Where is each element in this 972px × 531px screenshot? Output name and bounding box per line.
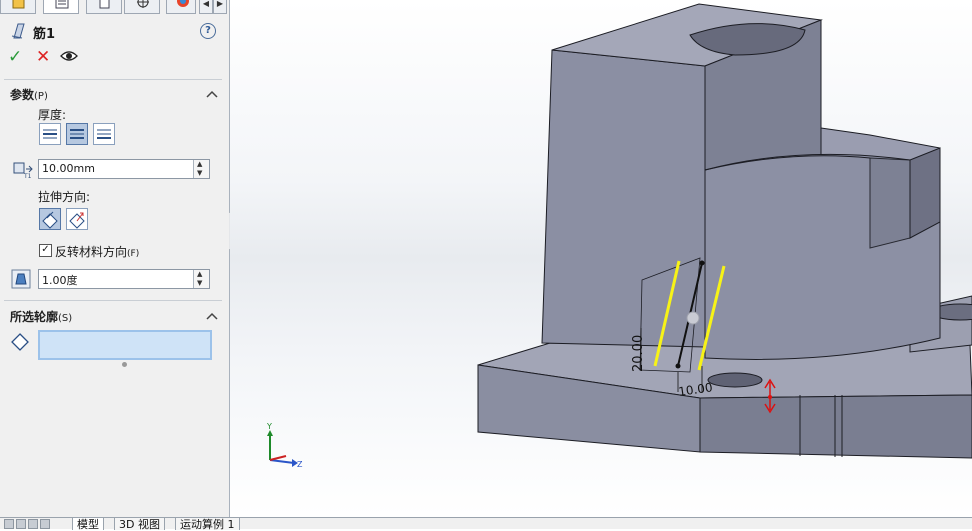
tabs-scroll-right-button[interactable]: ▶ xyxy=(213,0,227,14)
feature-title: 筋1 xyxy=(33,27,56,42)
dimension-vertical-label[interactable]: 20.00 xyxy=(631,335,646,372)
separator xyxy=(4,300,222,301)
parallel-to-sketch-button[interactable] xyxy=(39,208,61,230)
profiles-accel: (S) xyxy=(58,313,73,324)
params-title-text: 参数 xyxy=(10,88,35,102)
sketch-point[interactable] xyxy=(699,260,705,266)
flip-label-text: 反转材料方向 xyxy=(55,245,128,259)
thickness-input[interactable]: 10.00mm ▲ ▼ xyxy=(38,159,210,179)
thickness-both-button[interactable] xyxy=(66,123,88,145)
configuration-icon xyxy=(99,0,110,9)
parallel-to-sketch-icon xyxy=(42,211,58,229)
profile-selection-box[interactable] xyxy=(38,330,212,360)
help-icon[interactable]: ? xyxy=(200,23,216,39)
thickness-side1-button[interactable] xyxy=(39,123,61,145)
thickness-label: 厚度: xyxy=(38,108,67,122)
flip-material-label: 反转材料方向(F) xyxy=(55,243,139,260)
extrude-direction-label: 拉伸方向: xyxy=(38,190,91,204)
color-wheel-icon xyxy=(177,0,189,7)
tab-motion-study[interactable]: 运动算例 1 xyxy=(175,518,240,531)
part-model[interactable]: 20.00 10.00 Y Z xyxy=(230,0,972,516)
triad-z-label: Z xyxy=(297,460,303,469)
profiles-section-title[interactable]: 所选轮廓(S) xyxy=(10,308,72,325)
normal-to-sketch-icon xyxy=(69,212,85,229)
chevron-up-icon[interactable] xyxy=(206,311,218,321)
thickness-side1-icon xyxy=(43,129,57,139)
draft-angle-input[interactable]: 1.00度 ▲ ▼ xyxy=(38,269,210,289)
draft-angle-spinner[interactable]: ▲ ▼ xyxy=(193,270,209,288)
tab-model[interactable]: 模型 xyxy=(72,518,104,531)
draft-icon[interactable] xyxy=(10,268,32,290)
flip-accel: (F) xyxy=(127,249,140,259)
svg-text:T1: T1 xyxy=(23,173,32,179)
triad-y-label: Y xyxy=(266,422,272,431)
tab-dimxpert[interactable] xyxy=(124,0,160,14)
view-triad: Y Z xyxy=(266,422,303,469)
rib-feature-icon xyxy=(11,23,25,39)
draft-angle-value: 1.00度 xyxy=(42,274,78,287)
separator xyxy=(4,79,222,80)
feature-tree-icon xyxy=(12,0,25,9)
flip-material-checkbox[interactable]: ✓ xyxy=(39,244,52,257)
sketch-point[interactable] xyxy=(675,363,681,369)
manager-tabs: ◀ ▶ xyxy=(0,0,229,14)
bottom-tab-bar: 模型 3D 视图 运动算例 1 xyxy=(0,517,972,531)
profile-diamond-icon xyxy=(11,333,29,351)
graphics-viewport[interactable]: 20.00 10.00 Y Z xyxy=(230,0,972,516)
chevron-up-icon[interactable] xyxy=(206,89,218,99)
tab-feature-tree[interactable] xyxy=(0,0,36,14)
normal-to-sketch-button[interactable] xyxy=(66,208,88,230)
thickness-side2-button[interactable] xyxy=(93,123,115,145)
params-section-title[interactable]: 参数(P) xyxy=(10,86,48,103)
preview-eye-icon[interactable] xyxy=(60,50,78,62)
property-list-icon xyxy=(55,0,69,9)
main-block xyxy=(541,3,941,360)
profiles-title-text: 所选轮廓 xyxy=(10,310,59,324)
tab-3d-view[interactable]: 3D 视图 xyxy=(114,518,165,531)
cancel-button[interactable]: ✕ xyxy=(36,47,50,67)
tab-appearance[interactable] xyxy=(166,0,196,14)
property-manager: ◀ ▶ 筋1 ? ✓ ✕ 参数(P) 厚度: T1 10.00mm ▲ ▼ 拉伸方… xyxy=(0,0,230,528)
crosshair-icon xyxy=(137,0,149,8)
thickness-dimension-icon: T1 xyxy=(13,162,33,179)
tabs-scroll-left-button[interactable]: ◀ xyxy=(199,0,213,14)
thickness-value: 10.00mm xyxy=(42,162,95,175)
center-handle[interactable] xyxy=(686,311,700,325)
ok-button[interactable]: ✓ xyxy=(8,47,22,67)
tab-property-manager[interactable] xyxy=(43,0,79,14)
tab-configuration[interactable] xyxy=(86,0,122,14)
thickness-side2-icon xyxy=(97,129,111,139)
thickness-spinner[interactable]: ▲ ▼ xyxy=(193,160,209,178)
resize-grip[interactable] xyxy=(122,362,127,367)
thickness-both-icon xyxy=(70,129,84,139)
params-accel: (P) xyxy=(34,91,48,102)
